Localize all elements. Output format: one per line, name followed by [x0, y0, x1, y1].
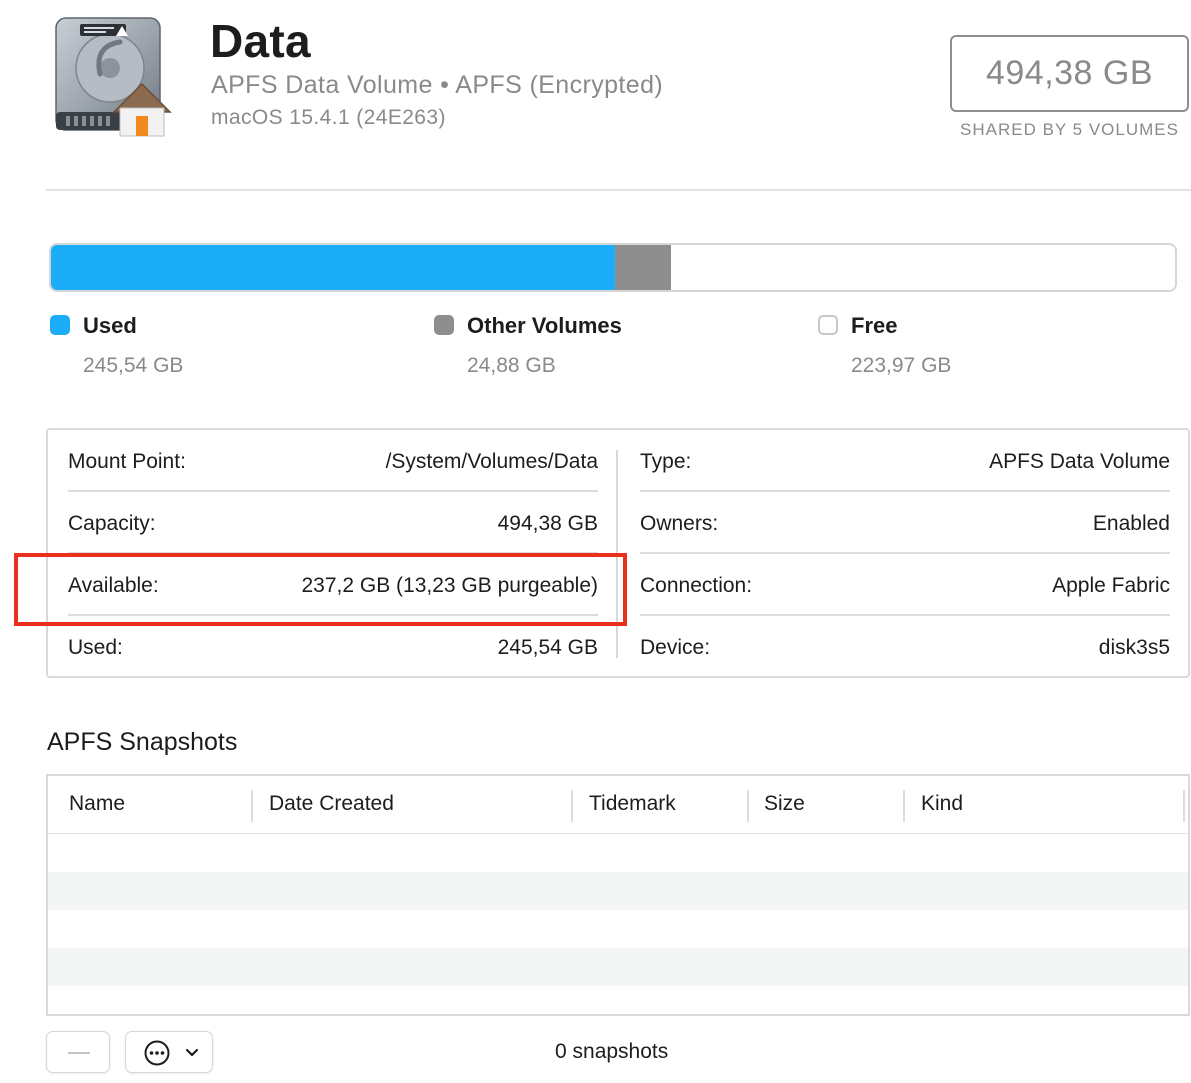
used-swatch-icon — [50, 315, 70, 335]
info-value: APFS Data Volume — [989, 450, 1170, 473]
snapshots-table: Name Date Created Tidemark Size Kind — [46, 774, 1190, 1016]
info-row-owners: Owners: Enabled — [640, 492, 1170, 554]
info-key: Capacity: — [68, 512, 156, 535]
shared-volumes-label: SHARED BY 5 VOLUMES — [960, 120, 1179, 139]
info-row-available: Available: 237,2 GB (13,23 GB purgeable) — [68, 554, 598, 616]
info-value: /System/Volumes/Data — [385, 450, 598, 473]
capacity-box: 494,38 GB — [950, 35, 1189, 112]
usage-segment-used — [51, 245, 615, 290]
column-header-kind[interactable]: Kind — [921, 792, 963, 816]
column-separator[interactable] — [1183, 790, 1185, 822]
info-value: Enabled — [1092, 512, 1170, 535]
info-key: Type: — [640, 450, 692, 473]
os-version: macOS 15.4.1 (24E263) — [211, 106, 446, 129]
snapshot-count: 0 snapshots — [555, 1040, 669, 1063]
snapshot-actions-menu-button[interactable] — [125, 1031, 213, 1073]
table-row-stripe — [48, 948, 1188, 986]
legend-other-value: 24,88 GB — [467, 354, 556, 377]
remove-snapshot-button[interactable] — [46, 1031, 110, 1073]
column-header-tidemark[interactable]: Tidemark — [589, 792, 676, 816]
snapshots-table-header: Name Date Created Tidemark Size Kind — [48, 776, 1188, 834]
info-value: 494,38 GB — [497, 512, 598, 535]
info-key: Used: — [68, 636, 123, 659]
info-row-used: Used: 245,54 GB — [68, 616, 598, 678]
info-row-mount-point: Mount Point: /System/Volumes/Data — [68, 430, 598, 492]
storage-usage-bar — [49, 243, 1177, 292]
info-row-connection: Connection: Apple Fabric — [640, 554, 1170, 616]
legend-used-value: 245,54 GB — [83, 354, 184, 377]
column-separator[interactable] — [747, 790, 749, 822]
disk-utility-volume-info: Data APFS Data Volume • APFS (Encrypted)… — [0, 0, 1191, 1083]
other-volumes-swatch-icon — [434, 315, 454, 335]
snapshots-title: APFS Snapshots — [47, 728, 238, 756]
column-header-size[interactable]: Size — [764, 792, 805, 816]
info-row-type: Type: APFS Data Volume — [640, 430, 1170, 492]
free-swatch-icon — [818, 315, 838, 335]
info-value: Apple Fabric — [1052, 574, 1170, 597]
volume-subtitle: APFS Data Volume • APFS (Encrypted) — [211, 71, 664, 99]
legend-free-label: Free — [851, 313, 898, 338]
info-row-device: Device: disk3s5 — [640, 616, 1170, 678]
column-separator[interactable] — [903, 790, 905, 822]
info-key: Device: — [640, 636, 711, 659]
legend-free-value: 223,97 GB — [851, 354, 952, 377]
info-value: disk3s5 — [1098, 636, 1170, 659]
info-key: Mount Point: — [68, 450, 186, 473]
table-row-stripe — [48, 872, 1188, 910]
info-key: Owners: — [640, 512, 719, 535]
column-separator[interactable] — [251, 790, 253, 822]
info-row-capacity: Capacity: 494,38 GB — [68, 492, 598, 554]
info-value: 245,54 GB — [497, 636, 598, 659]
internal-data-disk-icon — [50, 16, 172, 138]
header-divider — [46, 189, 1191, 191]
info-key: Connection: — [640, 574, 753, 597]
info-column-divider — [616, 450, 618, 658]
chevron-down-icon — [185, 1048, 199, 1057]
legend-other-label: Other Volumes — [467, 313, 622, 338]
legend-used-label: Used — [83, 313, 137, 338]
column-header-name[interactable]: Name — [69, 792, 125, 816]
usage-segment-other-volumes — [615, 245, 671, 290]
volume-info-panel: Mount Point: /System/Volumes/Data Capaci… — [46, 428, 1190, 678]
column-header-date-created[interactable]: Date Created — [269, 792, 394, 816]
info-value: 237,2 GB (13,23 GB purgeable) — [301, 574, 598, 597]
ellipsis-circle-icon — [144, 1040, 170, 1066]
column-separator[interactable] — [571, 790, 573, 822]
info-key: Available: — [68, 574, 159, 597]
volume-name: Data — [210, 15, 311, 67]
